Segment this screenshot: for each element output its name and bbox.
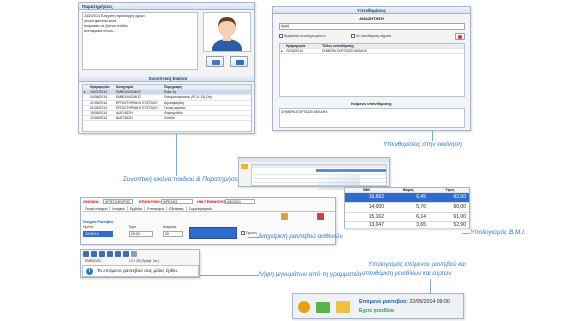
next-icon[interactable] — [99, 251, 105, 257]
visits-grid: Ημερομηνία Κατηγορία Περιγραφή ▸ 16/07/20… — [82, 84, 252, 132]
date-label: Ημ/νία — [83, 225, 94, 229]
birthday-notice: Εχετε γενεθλια — [359, 308, 394, 314]
next-appointment-window: Επόμενο ραντεβού: 22/05/2014 09:00 Εχετε… — [292, 293, 464, 319]
name-field[interactable]: ΧΡΙΣΤΟΦΟΡΟΣ — [103, 199, 133, 204]
settings-icon[interactable] — [298, 301, 310, 313]
duration-field[interactable]: 30 — [163, 231, 183, 237]
tab-strip: Γενικά στοιχεία Ιστορικό Εμβόλια Επισκέψ… — [83, 206, 335, 212]
date-field[interactable]: 22/05/14 — [83, 231, 113, 237]
table-row[interactable]: 14,000 5,76 60,00 — [345, 203, 469, 213]
callout-connector — [248, 237, 258, 238]
save-icon[interactable] — [281, 213, 288, 220]
reminders-window: Υπενθυμίσεις ΑΝΑΖΗΤΗΣΗ Αρχή Εμφάνιση ολο… — [272, 6, 471, 131]
next-appointment-value: 22/05/2014 09:00 — [409, 299, 450, 305]
child-summary-window: Παρατηρήσεις 24/2/2014 Ελάχιστη πρόσληψη… — [78, 2, 255, 134]
confirm-icon[interactable] — [131, 251, 137, 257]
table-row[interactable]: 16,662 6,45 62,00 — [345, 193, 469, 203]
next-appointment-text: Επόμενο ραντεβού: 22/05/2014 09:00 — [359, 299, 450, 305]
camera-icon — [212, 60, 220, 65]
reminders-title: Υπενθυμίσεις — [273, 7, 470, 14]
callout-reminders: Υπενθυμίσεις στην εκκίνηση — [383, 141, 462, 148]
previous-icon[interactable] — [91, 251, 97, 257]
checkbox-icon — [351, 34, 355, 39]
calendar-icon[interactable] — [336, 301, 350, 313]
filter-important-checkbox[interactable]: Σε υπενθύμιση σημαία — [351, 34, 391, 39]
birth-label: ΗΜ.ΓΕΝΝΗΣΗΣ: — [197, 199, 228, 204]
status-taskbar: EMBODOC Ι.3.7.28 (Πρόσβ. Ιατ.) i Το επόμ… — [80, 249, 200, 278]
tab-history[interactable]: Ιστορικό — [110, 206, 128, 211]
callout-connector — [200, 275, 258, 276]
next-appointment-label: Επόμενο ραντεβού: — [359, 299, 408, 305]
callout-next-line2: υπενθύμιση γενεθλίων και εορτών — [362, 271, 452, 277]
visits-title: Συνοπτική Εικόνα — [79, 75, 254, 82]
duration-label: Διάρκεια — [163, 225, 177, 229]
tab-vaccines[interactable]: Εμβόλια — [128, 206, 146, 211]
reminder-text-area[interactable]: ΣΗΜΕΡΑ ΕΟΡΤΑΖΕΙ ΜΙΧΑΗΛ — [279, 108, 465, 128]
surname-label: ΕΠΩΝΥΜΟ: — [139, 199, 162, 204]
notification-bar[interactable]: i Το επόμενο ραντεβού σας μόλις έρθει. — [82, 265, 199, 277]
callout-appointments: Διαχείριση ραντεβού ασθενών — [258, 233, 343, 240]
callout-next-line1: Υπολογισμός επόμενου ραντεβού και — [368, 262, 466, 268]
edit-icon[interactable] — [115, 251, 121, 257]
delete-icon — [236, 60, 244, 65]
delete-reminder-button[interactable] — [455, 33, 465, 40]
info-icon: i — [86, 268, 93, 275]
person-icon — [212, 17, 242, 59]
bmi-window: BMI Βάρος Ύψος 16,662 6,45 62,00 14,000 … — [344, 187, 470, 230]
photo-remove-button[interactable] — [230, 56, 248, 67]
checkbox-icon — [241, 231, 245, 236]
callout-messages: Λήψη μηνυμάτων από τη γραμματεία — [258, 271, 362, 278]
table-row[interactable]: 15,162 6,14 61,00 — [345, 213, 469, 223]
close-icon[interactable] — [317, 213, 324, 220]
search-section-header: ΑΝΑΖΗΤΗΣΗ — [359, 16, 384, 21]
reminder-text-header: Κείμενο υπενθύμισης — [351, 101, 392, 106]
callout-connector — [462, 233, 470, 234]
photo-change-button[interactable] — [206, 56, 224, 67]
name-label: ΟΝΟΜΑ: — [83, 199, 100, 204]
form-toolbar — [281, 213, 333, 220]
growth-tab-thumbnail — [238, 157, 390, 187]
child-avatar — [203, 12, 251, 59]
table-row[interactable]: ▸ 22/05/2014 ΣΗΜΕΡΑ ΕΟΡΤΑΖΕΙ ΜΙΧΑΗΛ — [280, 49, 464, 55]
surname-field[interactable]: ΦΡΕΛΗΣ — [161, 199, 193, 204]
time-field[interactable]: 09:00 — [129, 231, 153, 237]
reminders-grid: Ημερομηνία Τίτλος υπενθύμισης ▸ 22/05/20… — [279, 43, 465, 97]
table-row[interactable]: 12/05/2014 ΔΙΑΓΝΩΣΗ Ωτίτιδα — [83, 116, 251, 122]
time-label: Ώρα — [129, 225, 136, 229]
callout-summary: Συνοπτική εικόνα παιδιού & Παρατηρήσεις — [123, 176, 243, 183]
callout-bmi: Υπολογισμός B.M.I. — [470, 229, 526, 236]
folder-icon[interactable] — [316, 302, 330, 313]
first-visit-checkbox[interactable]: Πρώτη — [241, 231, 257, 236]
callout-connector — [176, 134, 177, 176]
user-label: EMBODOC — [85, 259, 102, 263]
checkbox-icon — [279, 34, 283, 39]
tab-visits[interactable]: Επισκέψεις — [145, 206, 168, 211]
notification-text: Το επόμενο ραντεβού σας μόλις έρθει. — [97, 269, 179, 274]
tab-exams[interactable]: Εξετάσεις — [167, 206, 187, 211]
tab-icon — [241, 164, 248, 169]
birth-field[interactable]: 4/5/2013 — [225, 199, 255, 204]
filter-completed-checkbox[interactable]: Εμφάνιση ολοκληρωμένων — [279, 34, 326, 39]
table-row[interactable]: 13,047 3,65 52,90 — [345, 222, 469, 230]
version-label: Ι.3.7.28 (Πρόσβ. Ιατ.) — [129, 259, 159, 263]
status-box — [189, 227, 237, 239]
callout-connector — [430, 279, 431, 293]
tab-growth[interactable]: Σωματομετρικά — [187, 206, 214, 211]
nav-buttons — [83, 251, 199, 258]
no-entry-icon — [458, 35, 462, 39]
notes-title: Παρατηρήσεις — [79, 3, 254, 10]
notes-text[interactable]: 24/2/2014 Ελάχιστη πρόσληψη υγρών γενικά… — [82, 12, 198, 70]
callout-connector — [432, 131, 433, 141]
first-record-icon[interactable] — [83, 251, 89, 257]
search-input[interactable]: Αρχή — [279, 23, 465, 30]
add-icon[interactable] — [107, 251, 113, 257]
refresh-icon[interactable] — [123, 251, 129, 257]
tab-general[interactable]: Γενικά στοιχεία — [83, 206, 111, 211]
tray-icons — [296, 297, 356, 317]
